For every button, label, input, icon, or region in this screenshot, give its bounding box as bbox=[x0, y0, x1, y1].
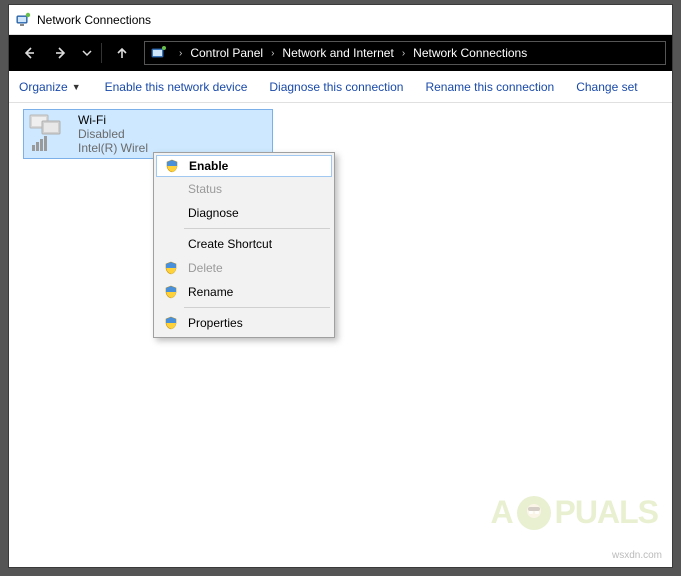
menu-item-diagnose[interactable]: Diagnose bbox=[156, 201, 332, 225]
watermark-credit: wsxdn.com bbox=[612, 550, 662, 561]
address-bar[interactable]: › Control Panel › Network and Internet ›… bbox=[144, 41, 666, 65]
menu-item-label: Status bbox=[188, 182, 322, 196]
organize-menu-button[interactable]: Organize ▼ bbox=[15, 78, 85, 96]
chevron-right-icon[interactable]: › bbox=[267, 48, 278, 59]
organize-label: Organize bbox=[19, 80, 68, 94]
watermark-text-left: A bbox=[490, 494, 512, 531]
menu-item-enable[interactable]: Enable bbox=[156, 155, 332, 177]
cmd-enable-device[interactable]: Enable this network device bbox=[103, 78, 250, 96]
cmd-diagnose[interactable]: Diagnose this connection bbox=[267, 78, 405, 96]
shield-icon bbox=[162, 261, 180, 275]
menu-item-status: Status bbox=[156, 177, 332, 201]
adapter-name: Wi-Fi bbox=[78, 113, 148, 127]
chevron-right-icon[interactable]: › bbox=[175, 48, 186, 59]
adapter-status: Disabled bbox=[78, 127, 148, 141]
context-menu: Enable Status Diagnose Create Shortcut Dele… bbox=[153, 152, 335, 338]
back-button[interactable] bbox=[15, 39, 43, 67]
titlebar: Network Connections bbox=[9, 5, 672, 35]
menu-item-label: Diagnose bbox=[188, 206, 322, 220]
menu-separator bbox=[184, 307, 330, 308]
watermark-logo: A PUALS bbox=[490, 494, 658, 531]
breadcrumb[interactable]: Network Connections bbox=[411, 46, 529, 60]
menu-item-label: Properties bbox=[188, 316, 322, 330]
chevron-right-icon[interactable]: › bbox=[398, 48, 409, 59]
breadcrumb[interactable]: Network and Internet bbox=[280, 46, 395, 60]
menu-item-properties[interactable]: Properties bbox=[156, 311, 332, 335]
menu-item-label: Enable bbox=[189, 159, 321, 173]
nav-separator bbox=[101, 43, 102, 63]
adapter-icon bbox=[28, 113, 72, 153]
cmd-change-settings[interactable]: Change set bbox=[574, 78, 639, 96]
menu-separator bbox=[184, 228, 330, 229]
watermark-text-right: PUALS bbox=[555, 494, 658, 531]
address-icon bbox=[149, 43, 169, 63]
command-bar: Organize ▼ Enable this network device Di… bbox=[9, 71, 672, 103]
menu-item-label: Create Shortcut bbox=[188, 237, 322, 251]
window-title: Network Connections bbox=[37, 13, 151, 27]
menu-item-label: Delete bbox=[188, 261, 322, 275]
menu-item-delete: Delete bbox=[156, 256, 332, 280]
cmd-rename[interactable]: Rename this connection bbox=[423, 78, 556, 96]
breadcrumb[interactable]: Control Panel bbox=[188, 46, 265, 60]
network-connections-window: Network Connections › Control Panel bbox=[8, 4, 673, 568]
recent-locations-button[interactable] bbox=[79, 39, 95, 67]
shield-icon bbox=[162, 285, 180, 299]
forward-button[interactable] bbox=[47, 39, 75, 67]
shield-icon bbox=[162, 316, 180, 330]
navbar: › Control Panel › Network and Internet ›… bbox=[9, 35, 672, 71]
watermark-avatar-icon bbox=[517, 496, 551, 530]
menu-item-label: Rename bbox=[188, 285, 322, 299]
shield-icon bbox=[163, 159, 181, 173]
menu-item-rename[interactable]: Rename bbox=[156, 280, 332, 304]
up-button[interactable] bbox=[108, 39, 136, 67]
app-icon bbox=[15, 12, 31, 28]
menu-item-create-shortcut[interactable]: Create Shortcut bbox=[156, 232, 332, 256]
adapter-hardware: Intel(R) Wirel bbox=[78, 141, 148, 155]
chevron-down-icon: ▼ bbox=[72, 82, 81, 92]
content-area[interactable]: Wi-Fi Disabled Intel(R) Wirel Enable Stat… bbox=[9, 103, 672, 567]
adapter-text: Wi-Fi Disabled Intel(R) Wirel bbox=[78, 113, 148, 155]
